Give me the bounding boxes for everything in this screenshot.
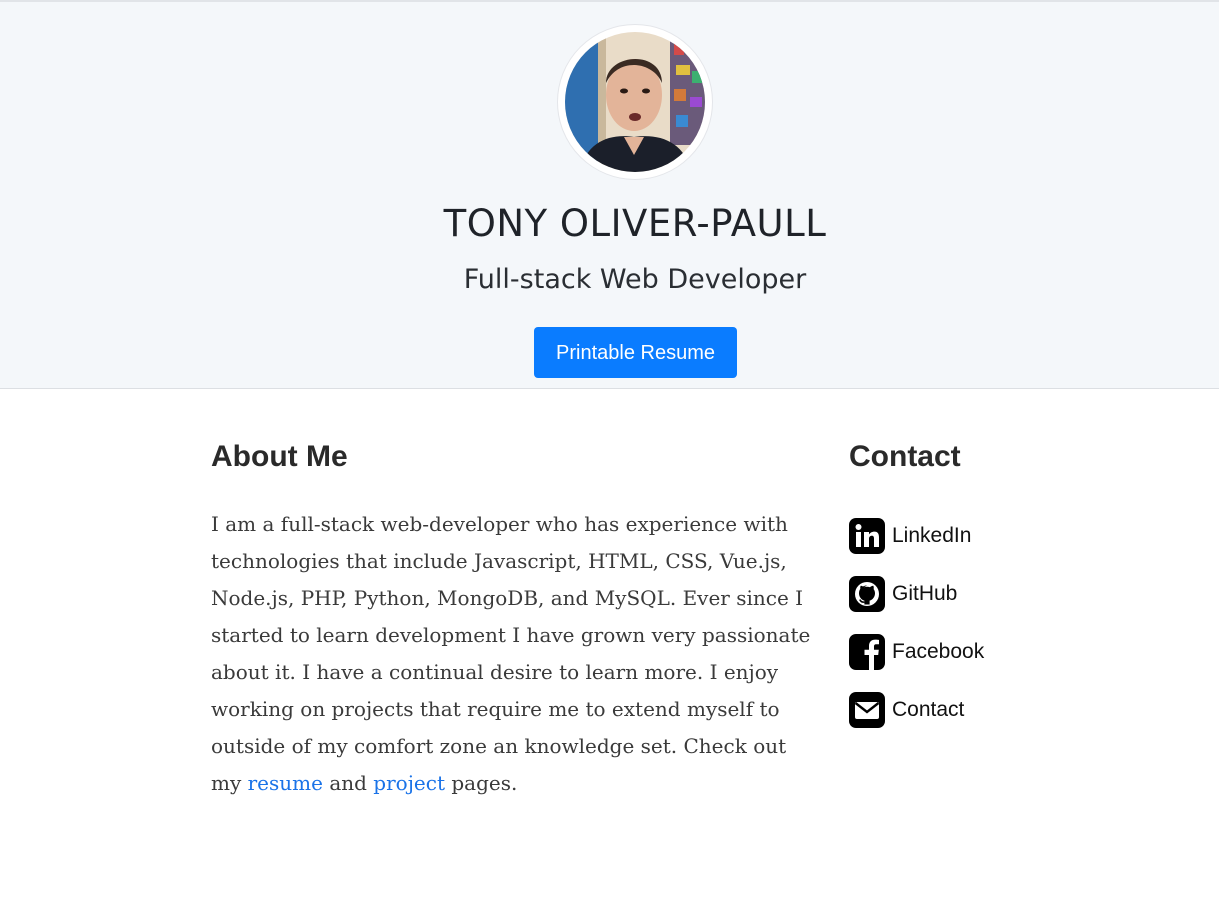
contact-label-linkedin: LinkedIn <box>892 524 972 547</box>
contact-label-email: Contact <box>892 698 965 721</box>
project-link[interactable]: project <box>373 771 445 795</box>
github-icon <box>849 576 885 612</box>
printable-resume-button[interactable]: Printable Resume <box>534 327 737 378</box>
contact-link-email[interactable]: Contact <box>849 692 984 750</box>
contact-list: LinkedIn GitHub Facebook Contact <box>849 518 984 750</box>
contact-link-github[interactable]: GitHub <box>849 576 984 634</box>
contact-link-linkedin[interactable]: LinkedIn <box>849 518 984 576</box>
profile-header: TONY OLIVER-PAULL Full-stack Web Develop… <box>0 0 1219 389</box>
about-text-and: and <box>329 771 367 795</box>
profile-avatar <box>557 24 713 180</box>
contact-label-github: GitHub <box>892 582 958 605</box>
contact-heading: Contact <box>849 440 961 473</box>
about-heading: About Me <box>211 440 348 473</box>
about-text-intro: I am a full-stack web-developer who has … <box>211 512 811 795</box>
about-text-end: pages. <box>451 771 518 795</box>
linkedin-icon <box>849 518 885 554</box>
resume-link[interactable]: resume <box>248 771 323 795</box>
envelope-icon <box>849 692 885 728</box>
contact-link-facebook[interactable]: Facebook <box>849 634 984 692</box>
contact-label-facebook: Facebook <box>892 640 985 663</box>
profile-subtitle: Full-stack Web Developer <box>463 264 807 295</box>
avatar-photo <box>565 32 705 172</box>
facebook-icon <box>849 634 885 670</box>
about-paragraph: I am a full-stack web-developer who has … <box>211 506 811 802</box>
profile-name: TONY OLIVER-PAULL <box>443 202 827 245</box>
